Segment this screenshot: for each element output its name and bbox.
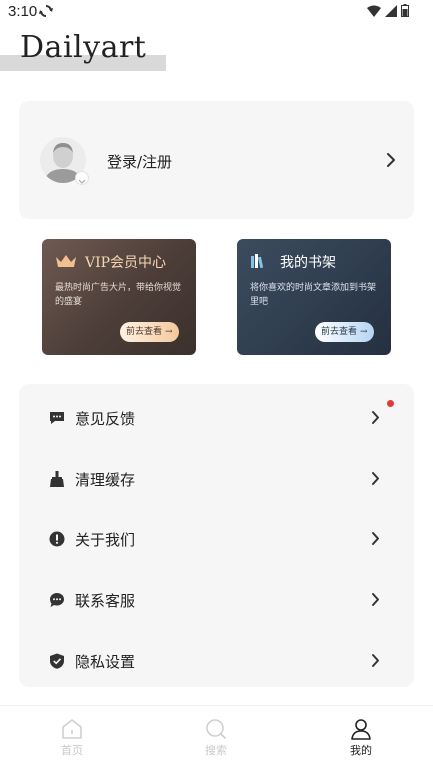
- battery-icon: [401, 4, 409, 17]
- sync-icon: [39, 5, 53, 17]
- profile-icon: [351, 719, 371, 740]
- app-logo: Dailyart: [20, 30, 147, 65]
- status-icons: [367, 4, 409, 17]
- nav-search-label: 搜索: [205, 744, 227, 757]
- vip-card-description: 最热时尚广告大片，带给你视觉的盛宴: [55, 283, 182, 307]
- bookshelf-view-button[interactable]: 前去查看 →: [315, 322, 374, 342]
- menu-item-clear-cache[interactable]: 清理缓存: [19, 454, 414, 504]
- bookshelf-card-title: 我的书架: [280, 255, 336, 271]
- crown-icon: [56, 255, 76, 267]
- info-icon: [49, 531, 65, 547]
- menu-item-privacy-settings[interactable]: 隐私设置: [19, 636, 414, 686]
- chevron-right-icon: [372, 472, 379, 485]
- arrow-right-icon: →: [360, 327, 368, 337]
- bookshelf-card[interactable]: 我的书架 将你喜欢的时尚文章添加到书架里吧 前去查看 →: [237, 239, 391, 355]
- nav-home[interactable]: 首页: [42, 718, 102, 758]
- signal-icon: [385, 4, 397, 17]
- nav-profile-label: 我的: [350, 744, 372, 757]
- books-icon: [251, 254, 264, 268]
- menu-item-label: 联系客服: [75, 592, 136, 610]
- vip-view-button-label: 前去查看: [126, 327, 163, 337]
- vip-view-button[interactable]: 前去查看 →: [120, 322, 179, 342]
- bookshelf-view-button-label: 前去查看: [321, 327, 358, 337]
- chevron-right-icon: [372, 532, 379, 545]
- nav-profile[interactable]: 我的: [331, 718, 391, 758]
- avatar-badge: [75, 171, 89, 185]
- search-icon: [206, 719, 226, 739]
- login-register-label[interactable]: 登录/注册: [107, 151, 172, 172]
- nav-home-label: 首页: [61, 744, 83, 757]
- chevron-right-icon: [372, 654, 379, 667]
- shield-icon: [50, 653, 64, 669]
- chevron-right-icon[interactable]: [386, 152, 396, 168]
- menu-item-customer-service[interactable]: 联系客服: [19, 575, 414, 625]
- bottom-navigation: 首页 搜索 我的: [0, 705, 433, 770]
- vip-center-card[interactable]: VIP会员中心 最热时尚广告大片，带给你视觉的盛宴 前去查看 →: [42, 239, 196, 355]
- settings-menu: 意见反馈 清理缓存 关于我们 联系客服 隐私设置: [19, 384, 414, 687]
- notification-dot: [387, 400, 394, 407]
- login-card[interactable]: 登录/注册: [19, 101, 414, 219]
- wifi-icon: [367, 5, 381, 17]
- menu-item-label: 隐私设置: [75, 653, 136, 671]
- nav-search[interactable]: 搜索: [186, 718, 246, 758]
- feedback-icon: [50, 412, 64, 424]
- bookshelf-card-description: 将你喜欢的时尚文章添加到书架里吧: [250, 283, 377, 307]
- chevron-right-icon: [372, 593, 379, 606]
- menu-item-label: 关于我们: [75, 531, 136, 549]
- chevron-right-icon: [372, 411, 379, 424]
- menu-item-label: 清理缓存: [75, 471, 136, 489]
- status-time: 3:10: [8, 3, 38, 20]
- chat-icon: [50, 593, 64, 607]
- arrow-right-icon: →: [165, 327, 173, 337]
- status-bar: 3:10: [0, 0, 433, 26]
- menu-item-about-us[interactable]: 关于我们: [19, 514, 414, 564]
- broom-icon: [50, 471, 64, 487]
- home-icon: [62, 719, 82, 739]
- vip-card-title: VIP会员中心: [85, 255, 167, 271]
- menu-item-label: 意见反馈: [75, 410, 136, 428]
- menu-item-feedback[interactable]: 意见反馈: [19, 393, 414, 443]
